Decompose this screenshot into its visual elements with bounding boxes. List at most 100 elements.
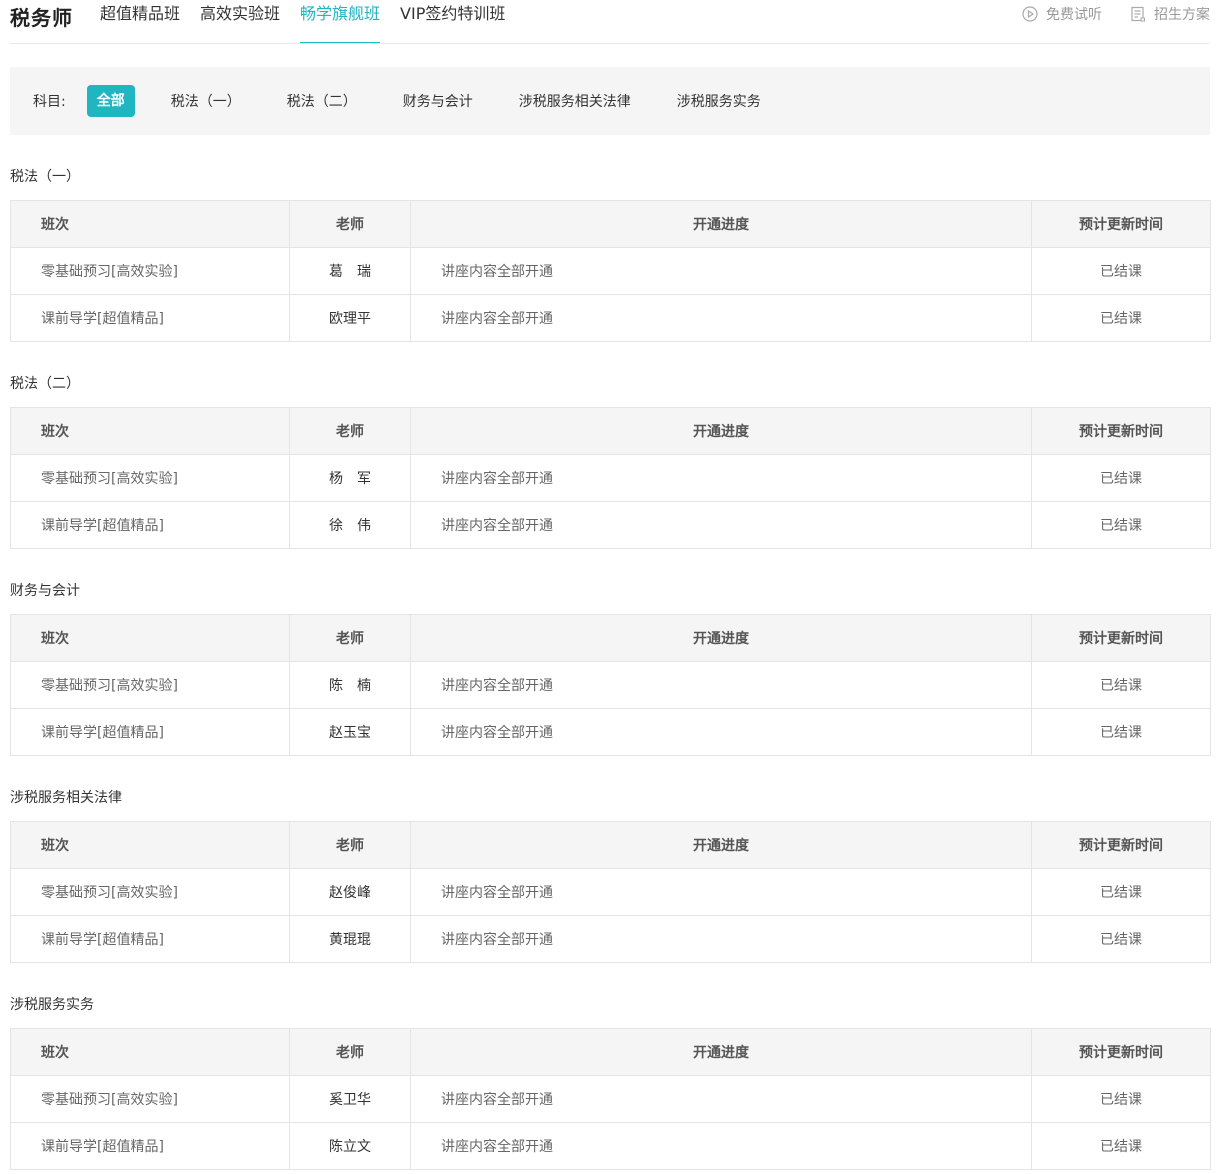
col-header-class: 班次 [10,200,290,248]
cell-update-time: 已结课 [1031,454,1211,502]
col-header-teacher: 老师 [289,407,411,455]
col-header-progress: 开通进度 [410,200,1032,248]
course-tabs: 超值精品班 高效实验班 畅学旗舰班 VIP签约特训班 [100,0,525,44]
filter-chip-all[interactable]: 全部 [86,85,135,117]
cell-progress: 讲座内容全部开通 [410,708,1032,756]
filter-chip-tax-service-practice[interactable]: 涉税服务实务 [677,91,761,111]
table-row: 零基础预习[高效实验] 杨 军讲座内容全部开通 已结课 [10,454,1211,502]
cell-class: 课前导学[超值精品] [10,708,290,756]
filter-chip-tax-law-2[interactable]: 税法（二） [287,91,357,111]
col-header-teacher: 老师 [289,200,411,248]
col-header-class: 班次 [10,614,290,662]
col-header-class: 班次 [10,407,290,455]
cell-class: 零基础预习[高效实验] [10,868,290,916]
cell-class: 课前导学[超值精品] [10,501,290,549]
course-table: 班次 老师 开通进度 预计更新时间 零基础预习[高效实验] 葛 瑞讲座内容全部开通 已结课课… [10,200,1211,342]
col-header-class: 班次 [10,1028,290,1076]
cell-update-time: 已结课 [1031,915,1211,963]
cell-teacher: 杨 军 [289,454,411,502]
table-row: 课前导学[超值精品] 赵玉宝 讲座内容全部开通 已结课 [10,708,1211,756]
cell-progress: 讲座内容全部开通 [410,661,1032,709]
col-header-teacher: 老师 [289,1028,411,1076]
table-row: 零基础预习[高效实验] 葛 瑞讲座内容全部开通 已结课 [10,247,1211,295]
cell-class: 课前导学[超值精品] [10,915,290,963]
tab-chaozhi[interactable]: 超值精品班 [100,0,180,44]
cell-update-time: 已结课 [1031,247,1211,295]
filter-chip-tax-law-1[interactable]: 税法（一） [171,91,241,111]
course-table: 班次 老师 开通进度 预计更新时间 零基础预习[高效实验] 赵俊峰 讲座内容全部开通 已结课课… [10,821,1211,963]
col-header-update-time: 预计更新时间 [1031,407,1211,455]
col-header-update-time: 预计更新时间 [1031,200,1211,248]
tab-changxue[interactable]: 畅学旗舰班 [300,0,381,44]
cell-teacher: 葛 瑞 [289,247,411,295]
cell-update-time: 已结课 [1031,708,1211,756]
document-icon [1130,6,1146,22]
col-header-teacher: 老师 [289,614,411,662]
cell-update-time: 已结课 [1031,1122,1211,1170]
filter-chip-finance-accounting[interactable]: 财务与会计 [403,91,473,111]
table-row: 课前导学[超值精品] 陈立文 讲座内容全部开通 已结课 [10,1122,1211,1170]
cell-teacher: 赵玉宝 [289,708,411,756]
table-row: 课前导学[超值精品] 黄琨琨 讲座内容全部开通 已结课 [10,915,1211,963]
header-links: 免费试听 招生方案 [1022,4,1210,24]
table-row: 课前导学[超值精品] 欧理平 讲座内容全部开通 已结课 [10,294,1211,342]
admission-plan-link[interactable]: 招生方案 [1130,4,1210,24]
tab-vip[interactable]: VIP签约特训班 [400,0,505,44]
section-title: 财务与会计 [10,583,80,599]
cell-teacher: 徐 伟 [289,501,411,549]
table-header-row: 班次 老师 开通进度 预计更新时间 [10,821,1211,869]
cell-class: 课前导学[超值精品] [10,1122,290,1170]
section-title: 税法（二） [10,376,80,392]
course-table: 班次 老师 开通进度 预计更新时间 零基础预习[高效实验] 陈 楠讲座内容全部开通 已结课课… [10,614,1211,756]
cell-progress: 讲座内容全部开通 [410,915,1032,963]
top-nav: 税务师 超值精品班 高效实验班 畅学旗舰班 VIP签约特训班 免费试听 招生方案 [0,0,1218,44]
free-trial-link[interactable]: 免费试听 [1022,4,1102,24]
cell-update-time: 已结课 [1031,1075,1211,1123]
col-header-class: 班次 [10,821,290,869]
table-row: 零基础预习[高效实验] 奚卫华 讲座内容全部开通 已结课 [10,1075,1211,1123]
free-trial-label: 免费试听 [1046,7,1102,23]
table-row: 零基础预习[高效实验] 陈 楠讲座内容全部开通 已结课 [10,661,1211,709]
section-title: 税法（一） [10,169,80,185]
col-header-update-time: 预计更新时间 [1031,1028,1211,1076]
table-row: 课前导学[超值精品] 徐 伟讲座内容全部开通 已结课 [10,501,1211,549]
cell-class: 零基础预习[高效实验] [10,454,290,502]
table-header-row: 班次 老师 开通进度 预计更新时间 [10,407,1211,455]
brand-title: 税务师 [10,6,73,30]
cell-progress: 讲座内容全部开通 [410,868,1032,916]
cell-class: 零基础预习[高效实验] [10,1075,290,1123]
table-header-row: 班次 老师 开通进度 预计更新时间 [10,1028,1211,1076]
cell-update-time: 已结课 [1031,294,1211,342]
cell-progress: 讲座内容全部开通 [410,454,1032,502]
cell-progress: 讲座内容全部开通 [410,1075,1032,1123]
col-header-teacher: 老师 [289,821,411,869]
col-header-progress: 开通进度 [410,821,1032,869]
col-header-progress: 开通进度 [410,1028,1032,1076]
cell-progress: 讲座内容全部开通 [410,1122,1032,1170]
filter-chip-related-law[interactable]: 涉税服务相关法律 [519,91,631,111]
cell-teacher: 奚卫华 [289,1075,411,1123]
tab-gaoxiao[interactable]: 高效实验班 [200,0,280,44]
cell-progress: 讲座内容全部开通 [410,501,1032,549]
course-table: 班次 老师 开通进度 预计更新时间 零基础预习[高效实验] 奚卫华 讲座内容全部开通 已结课课… [10,1028,1211,1170]
nav-divider [10,43,1210,44]
col-header-progress: 开通进度 [410,614,1032,662]
play-circle-icon [1022,6,1038,22]
cell-update-time: 已结课 [1031,868,1211,916]
section-title: 涉税服务相关法律 [10,790,122,806]
cell-teacher: 赵俊峰 [289,868,411,916]
col-header-update-time: 预计更新时间 [1031,614,1211,662]
col-header-progress: 开通进度 [410,407,1032,455]
cell-teacher: 陈 楠 [289,661,411,709]
cell-progress: 讲座内容全部开通 [410,247,1032,295]
section-title: 涉税服务实务 [10,997,94,1013]
course-table: 班次 老师 开通进度 预计更新时间 零基础预习[高效实验] 杨 军讲座内容全部开通 已结课课… [10,407,1211,549]
col-header-update-time: 预计更新时间 [1031,821,1211,869]
cell-class: 零基础预习[高效实验] [10,661,290,709]
cell-teacher: 欧理平 [289,294,411,342]
cell-teacher: 陈立文 [289,1122,411,1170]
table-row: 零基础预习[高效实验] 赵俊峰 讲座内容全部开通 已结课 [10,868,1211,916]
cell-update-time: 已结课 [1031,501,1211,549]
filter-label: 科目: [33,94,66,110]
table-header-row: 班次 老师 开通进度 预计更新时间 [10,614,1211,662]
